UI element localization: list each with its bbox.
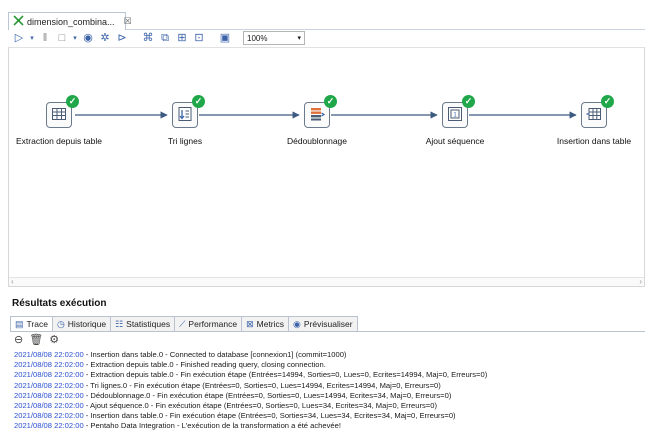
debug-icon[interactable]: ✲ — [98, 31, 112, 45]
log-message: - Insertion dans table.0 - Connected to … — [83, 350, 347, 359]
scroll-right-icon[interactable]: › — [639, 277, 642, 286]
tab-title: dimension_combina... — [27, 16, 115, 27]
log-row: 2021/08/08 22:02:00 - Pentaho Data Integ… — [14, 421, 644, 431]
step-label-insertion: Insertion dans table — [556, 136, 632, 146]
replay-icon[interactable]: ⊳ — [115, 31, 129, 45]
results-tabs: ▤ Trace ◷ Historique ☷ Statistiques ⟋ Pe… — [10, 316, 358, 331]
impact-icon[interactable]: ⧉ — [158, 31, 172, 45]
tab-previsualiser[interactable]: ◉ Prévisualiser — [288, 316, 358, 331]
explore-db-icon[interactable]: ⊡ — [192, 31, 206, 45]
tab-trace[interactable]: ▤ Trace — [10, 316, 53, 331]
add-sequence-icon: 1 — [447, 106, 463, 124]
step-insertion[interactable]: ✓ — [581, 95, 614, 128]
results-panel-title: Résultats exécution — [12, 298, 107, 309]
log-row: 2021/08/08 22:02:00 - Insertion dans tab… — [14, 411, 644, 421]
log-timestamp: 2021/08/08 22:02:00 — [14, 390, 84, 400]
preview-icon[interactable]: ◉ — [81, 31, 95, 45]
tab-label: Trace — [26, 319, 48, 329]
step-label-dedoublonnage: Dédoublonnage — [286, 136, 348, 146]
log-timestamp: 2021/08/08 22:02:00 — [14, 411, 84, 421]
unique-rows-icon — [309, 106, 326, 124]
log-message: - Dédoublonnage.0 - Fin exécution étape … — [83, 390, 452, 400]
tab-label: Performance — [188, 319, 238, 329]
clear-log-icon[interactable]: 🗑 — [29, 333, 43, 346]
results-tabs-divider — [10, 331, 645, 332]
step-label-ajout: Ajout séquence — [425, 136, 485, 146]
success-check-icon: ✓ — [462, 95, 475, 108]
step-label-extraction: Extraction depuis table — [16, 136, 102, 146]
tab-performance[interactable]: ⟋ Performance — [174, 316, 243, 331]
scroll-left-icon[interactable]: ‹ — [11, 277, 14, 286]
sql-icon[interactable]: ⊞ — [175, 31, 189, 45]
tab-label: Statistiques — [126, 319, 171, 329]
stats-icon: ☷ — [115, 318, 124, 329]
transformation-tab[interactable]: dimension_combina... ☒ — [8, 12, 132, 30]
success-check-icon: ✓ — [601, 95, 614, 108]
log-timestamp: 2021/08/08 22:02:00 — [14, 350, 84, 359]
log-timestamp: 2021/08/08 22:02:00 — [14, 360, 84, 370]
chevron-down-icon: ▾ — [297, 35, 301, 42]
transformation-icon — [13, 15, 24, 28]
log-row: 2021/08/08 22:02:00 - Extraction depuis … — [14, 360, 644, 370]
zoom-select[interactable]: 100% ▾ — [243, 31, 305, 45]
log-message: - Pentaho Data Integration - L'exécution… — [83, 421, 341, 431]
run-icon[interactable]: ▷ — [12, 31, 26, 45]
table-output-icon — [586, 106, 602, 124]
verify-icon[interactable]: ⌘ — [141, 31, 155, 45]
pause-icon[interactable]: ‖ — [38, 31, 52, 45]
log-message: - Extraction depuis table.0 - Fin exécut… — [83, 370, 488, 380]
history-icon: ◷ — [56, 318, 65, 329]
tab-label: Metrics — [256, 319, 285, 329]
transformation-toolbar: ▷ ▾ ‖ □ ▾ ◉ ✲ ⊳ ⌘ ⧉ ⊞ ⊡ ▣ 100% ▾ — [8, 30, 645, 46]
step-extraction[interactable]: ✓ — [46, 95, 79, 128]
stop-icon[interactable]: □ — [55, 31, 69, 45]
close-tab-icon[interactable]: ☒ — [124, 16, 132, 27]
sort-rows-icon — [177, 106, 193, 124]
log-message: - Ajout séquence.0 - Fin exécution étape… — [83, 400, 437, 410]
editor-tab-bar: dimension_combina... ☒ — [8, 12, 645, 30]
log-timestamp: 2021/08/08 22:02:00 — [14, 421, 84, 431]
log-row: 2021/08/08 22:02:00 - Tri lignes.0 - Fin… — [14, 381, 644, 391]
metrics-icon: ⊠ — [246, 318, 254, 329]
log-row: 2021/08/08 22:02:00 - Ajout séquence.0 -… — [14, 401, 644, 411]
transformation-canvas[interactable]: ✓ Extraction depuis table ✓ Tri lignes ✓… — [8, 47, 645, 287]
trace-icon: ▤ — [15, 318, 24, 329]
step-tri[interactable]: ✓ — [172, 95, 205, 128]
log-row: 2021/08/08 22:02:00 - Dédoublonnage.0 - … — [14, 391, 644, 401]
tab-statistiques[interactable]: ☷ Statistiques — [110, 316, 176, 331]
tab-metrics[interactable]: ⊠ Metrics — [241, 316, 290, 331]
tab-historique[interactable]: ◷ Historique — [51, 316, 112, 331]
log-timestamp: 2021/08/08 22:02:00 — [14, 370, 84, 380]
log-message: - Tri lignes.0 - Fin exécution étape (En… — [83, 380, 441, 390]
performance-icon: ⟋ — [179, 318, 186, 329]
tab-label: Prévisualiser — [303, 319, 353, 329]
show-results-icon[interactable]: ▣ — [218, 31, 232, 45]
log-timestamp: 2021/08/08 22:02:00 — [14, 380, 84, 390]
table-input-icon — [51, 106, 67, 124]
success-check-icon: ✓ — [192, 95, 205, 108]
log-message: - Insertion dans table.0 - Fin exécution… — [83, 411, 456, 421]
step-label-tri: Tri lignes — [167, 136, 203, 146]
canvas-horizontal-scrollbar[interactable]: ‹ › — [9, 277, 644, 286]
step-dedoublonnage[interactable]: ✓ — [304, 95, 337, 128]
log-toolbar: ⊖ 🗑 ⚙ — [14, 333, 59, 346]
eye-icon: ◉ — [293, 318, 301, 329]
log-row: 2021/08/08 22:02:00 - Insertion dans tab… — [14, 350, 644, 360]
log-row: 2021/08/08 22:02:00 - Extraction depuis … — [14, 370, 644, 380]
step-ajout[interactable]: 1 ✓ — [442, 95, 475, 128]
tab-label: Historique — [67, 319, 107, 329]
log-output[interactable]: 2021/08/08 22:02:00 - Insertion dans tab… — [14, 346, 644, 436]
log-settings-icon[interactable]: ⚙ — [49, 333, 59, 346]
log-message: - Extraction depuis table.0 - Finished r… — [83, 360, 326, 370]
success-check-icon: ✓ — [324, 95, 337, 108]
stop-options-chevron-icon[interactable]: ▾ — [72, 31, 78, 45]
run-options-chevron-icon[interactable]: ▾ — [29, 31, 35, 45]
zoom-value: 100% — [247, 33, 268, 43]
success-check-icon: ✓ — [66, 95, 79, 108]
hops-layer — [75, 111, 577, 119]
log-timestamp: 2021/08/08 22:02:00 — [14, 400, 84, 410]
stop-log-icon[interactable]: ⊖ — [14, 333, 23, 346]
